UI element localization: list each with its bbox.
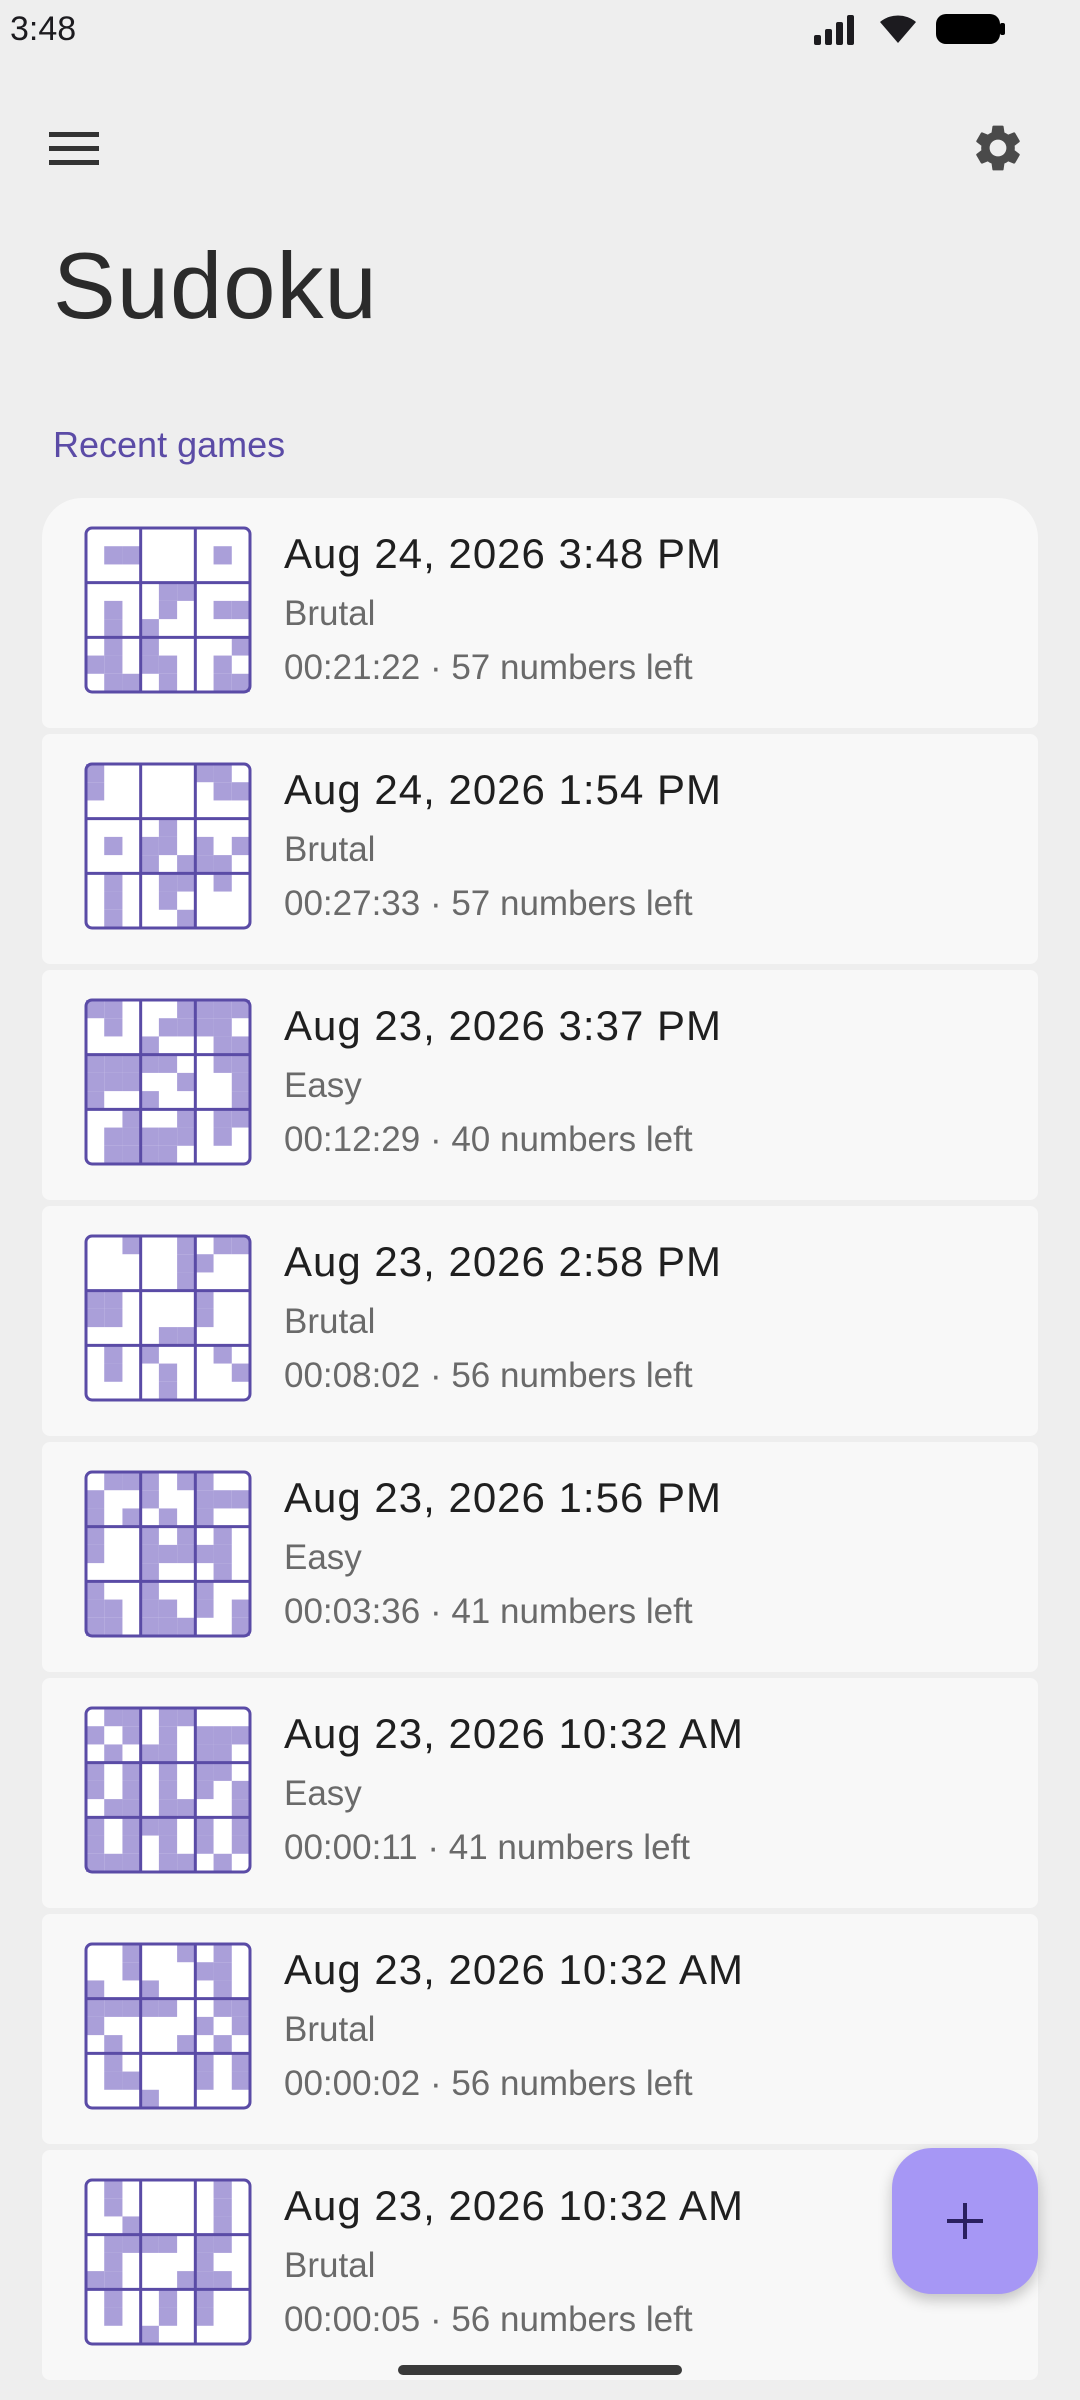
status-bar: 3:48: [0, 0, 1080, 60]
screen: 3:48 Sudoku Recent games Aug 24, 2026 3:…: [0, 0, 1080, 2400]
game-difficulty: Brutal: [284, 2246, 376, 2285]
wifi-icon: [880, 15, 916, 43]
game-progress: 00:00:05 · 56 numbers left: [284, 2300, 693, 2339]
sudoku-thumbnail-icon: [84, 1706, 252, 1874]
home-indicator[interactable]: [398, 2365, 682, 2375]
game-date: Aug 23, 2026 10:32 AM: [284, 1946, 745, 1993]
new-game-fab[interactable]: [892, 2148, 1038, 2294]
game-card[interactable]: Aug 23, 2026 2:58 PM Brutal 00:08:02 · 56 …: [42, 1206, 1038, 1436]
game-progress: 00:27:33 · 57 numbers left: [284, 884, 693, 923]
game-progress: 00:12:29 · 40 numbers left: [284, 1120, 693, 1159]
game-date: Aug 24, 2026 3:48 PM: [284, 530, 722, 577]
sudoku-thumbnail-icon: [84, 2178, 252, 2346]
recent-games-list: Aug 24, 2026 3:48 PM Brutal 00:21:22 · 57 …: [42, 498, 1038, 2386]
plus-icon: [947, 2203, 983, 2239]
settings-button[interactable]: [966, 116, 1030, 180]
game-progress: 00:03:36 · 41 numbers left: [284, 1592, 693, 1631]
game-card[interactable]: Aug 24, 2026 1:54 PM Brutal 00:27:33 · 57 …: [42, 734, 1038, 964]
game-progress: 00:00:02 · 56 numbers left: [284, 2064, 693, 2103]
game-card[interactable]: Aug 23, 2026 3:37 PM Easy 00:12:29 · 40 nu…: [42, 970, 1038, 1200]
section-label-recent-games: Recent games: [53, 424, 286, 465]
game-date: Aug 24, 2026 1:54 PM: [284, 766, 722, 813]
game-difficulty: Easy: [284, 1066, 362, 1105]
menu-button[interactable]: [44, 118, 104, 178]
game-progress: 00:21:22 · 57 numbers left: [284, 648, 693, 687]
sudoku-thumbnail-icon: [84, 526, 252, 694]
game-difficulty: Easy: [284, 1538, 362, 1577]
sudoku-thumbnail-icon: [84, 1470, 252, 1638]
game-date: Aug 23, 2026 3:37 PM: [284, 1002, 722, 1049]
game-difficulty: Brutal: [284, 1302, 376, 1341]
status-time: 3:48: [10, 10, 77, 48]
sudoku-thumbnail-icon: [84, 998, 252, 1166]
sudoku-thumbnail-icon: [84, 762, 252, 930]
game-card[interactable]: Aug 23, 2026 10:32 AM Brutal 00:00:02 · 56…: [42, 1914, 1038, 2144]
game-date: Aug 23, 2026 10:32 AM: [284, 2182, 745, 2229]
game-date: Aug 23, 2026 10:32 AM: [284, 1710, 745, 1757]
sudoku-thumbnail-icon: [84, 1234, 252, 1402]
game-card[interactable]: Aug 23, 2026 10:32 AM Brutal 00:00:05 · 56…: [42, 2150, 1038, 2380]
game-progress: 00:08:02 · 56 numbers left: [284, 1356, 693, 1395]
game-progress: 00:00:11 · 41 numbers left: [284, 1828, 690, 1867]
game-difficulty: Easy: [284, 1774, 362, 1813]
game-card[interactable]: Aug 24, 2026 3:48 PM Brutal 00:21:22 · 57 …: [42, 498, 1038, 728]
signal-icon: [814, 15, 854, 45]
page-title: Sudoku: [53, 233, 378, 338]
status-icons: [814, 12, 1006, 46]
game-difficulty: Brutal: [284, 2010, 376, 2049]
sudoku-thumbnail-icon: [84, 1942, 252, 2110]
battery-icon: [936, 14, 1005, 44]
gear-icon: [976, 125, 1020, 171]
game-difficulty: Brutal: [284, 594, 376, 633]
hamburger-menu-icon: [49, 132, 99, 165]
game-card[interactable]: Aug 23, 2026 10:32 AM Easy 00:00:11 · 41 n…: [42, 1678, 1038, 1908]
game-difficulty: Brutal: [284, 830, 376, 869]
game-date: Aug 23, 2026 2:58 PM: [284, 1238, 722, 1285]
game-card[interactable]: Aug 23, 2026 1:56 PM Easy 00:03:36 · 41 nu…: [42, 1442, 1038, 1672]
game-date: Aug 23, 2026 1:56 PM: [284, 1474, 722, 1521]
